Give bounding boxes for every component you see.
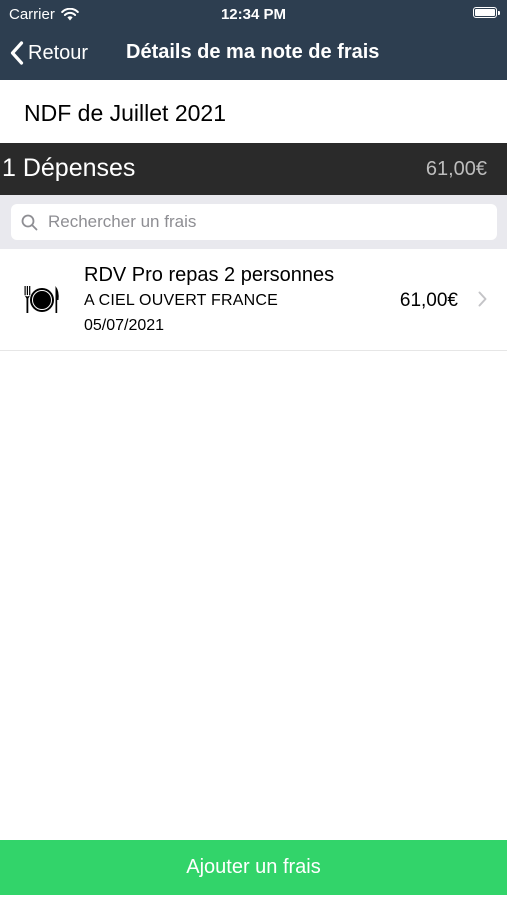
back-button[interactable]: Retour bbox=[10, 36, 88, 70]
back-label: Retour bbox=[28, 41, 89, 64]
search-field[interactable] bbox=[11, 204, 497, 240]
nav-row: Retour Détails de ma note de frais bbox=[0, 36, 507, 70]
chevron-right-icon bbox=[478, 291, 487, 307]
report-title: NDF de Juillet 2021 bbox=[24, 100, 226, 126]
navigation-bar: Carrier 12:34 PM Retour Détails de ma no… bbox=[0, 0, 507, 80]
expense-amount: 61,00€ bbox=[399, 290, 458, 311]
expense-merchant: A CIEL OUVERT FRANCE bbox=[84, 292, 278, 309]
battery-icon bbox=[473, 7, 500, 18]
status-bar: Carrier 12:34 PM bbox=[0, 0, 507, 28]
restaurant-icon bbox=[24, 286, 59, 313]
expense-label: RDV Pro repas 2 personnes bbox=[84, 264, 335, 286]
expenses-count: 1 Dépenses bbox=[2, 154, 136, 182]
search-input[interactable] bbox=[46, 211, 470, 233]
expense-row[interactable]: RDV Pro repas 2 personnes A CIEL OUVERT … bbox=[0, 250, 507, 351]
page-title: Détails de ma note de frais bbox=[126, 41, 380, 63]
expense-date: 05/07/2021 bbox=[84, 317, 165, 334]
search-bar bbox=[0, 195, 507, 249]
chevron-left-icon bbox=[10, 41, 24, 65]
add-expense-button[interactable]: Ajouter un frais bbox=[0, 840, 507, 895]
expenses-summary-bar: 1 Dépenses 61,00€ bbox=[0, 143, 507, 195]
search-icon bbox=[21, 214, 38, 230]
status-time: 12:34 PM bbox=[220, 6, 287, 23]
expenses-total: 61,00€ bbox=[425, 158, 487, 180]
